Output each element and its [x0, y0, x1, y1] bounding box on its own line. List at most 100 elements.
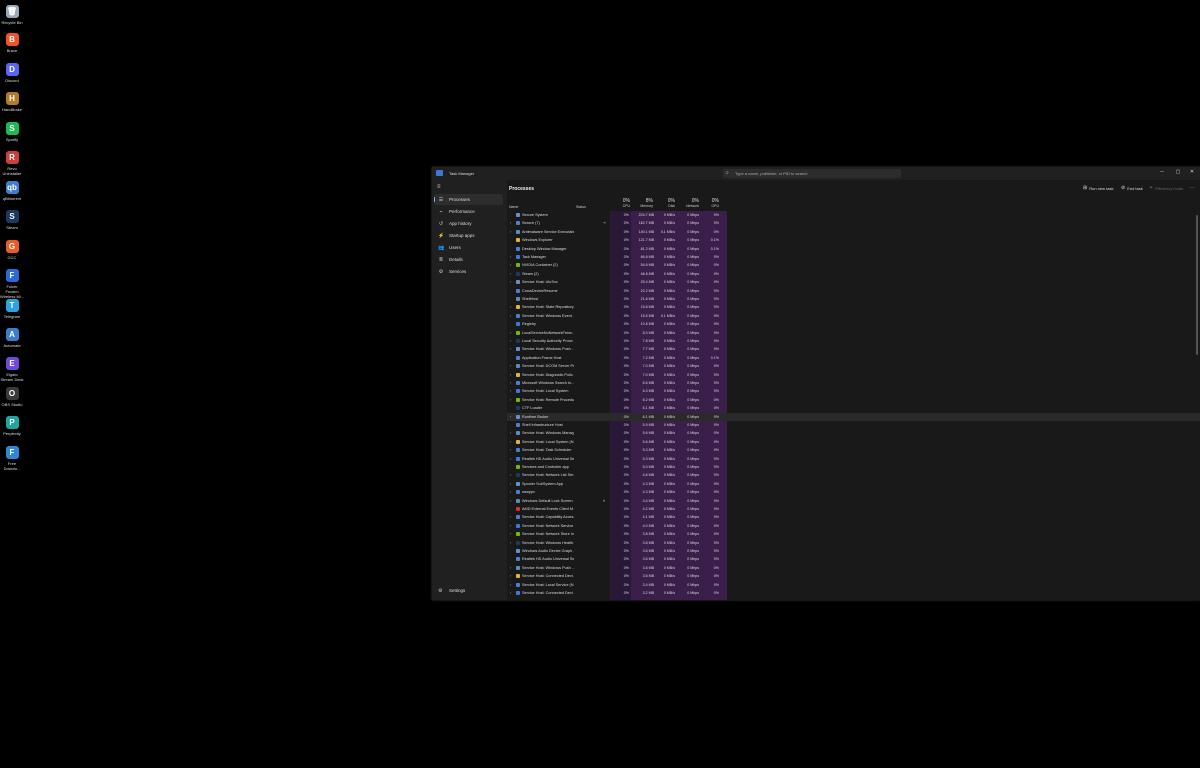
table-row[interactable]: › Service Host: Local Service (N... 0% 3.4 … — [507, 581, 1200, 589]
chevron-right-icon[interactable]: › — [510, 481, 511, 486]
chevron-right-icon[interactable]: › — [510, 472, 511, 477]
table-row[interactable]: › Service Host: Windows Push ... 0% 3.6 MB 0… — [507, 564, 1200, 572]
table-row[interactable]: › Service Host: DCOM Server Pr... 0% 7.0 MB… — [507, 362, 1200, 370]
desktop-shortcut[interactable]: S Spotify — [0, 120, 24, 142]
table-row[interactable]: Application Frame Host 0% 7.2 MB 0 MB/s 0 Mb… — [507, 354, 1200, 362]
table-row[interactable]: AMD External Events Client M... 0% 4.2 MB 0… — [507, 505, 1200, 513]
column-memory[interactable]: 8% Memory — [631, 198, 653, 208]
hamburger-menu-icon[interactable]: ≡ — [437, 184, 441, 190]
close-button[interactable]: ✕ — [1185, 169, 1199, 177]
chevron-right-icon[interactable]: › — [510, 313, 511, 318]
table-row[interactable]: › Service Host: Capability Acces... 0% 4.1 … — [507, 513, 1200, 521]
chevron-right-icon[interactable]: › — [510, 414, 511, 419]
chevron-right-icon[interactable]: › — [510, 565, 511, 570]
vertical-scrollbar[interactable] — [1196, 215, 1198, 355]
table-row[interactable]: ShellHost 0% 21.6 MB 0 MB/s 0 Mbps 0% — [507, 295, 1200, 303]
efficiency-mode-button[interactable]: ❧ Efficiency mode — [1149, 185, 1183, 191]
desktop-shortcut[interactable]: qb qBittorrent — [0, 179, 24, 201]
table-row[interactable]: › Local Security Authority Proce... 0% 7.8 … — [507, 337, 1200, 345]
table-row[interactable]: Windows Audio Device Graph ... 0% 3.6 MB 0 … — [507, 547, 1200, 555]
desktop-shortcut[interactable]: 🗑 Recycle Bin — [0, 3, 24, 25]
column-network[interactable]: 0% Network — [677, 198, 699, 208]
desktop-shortcut[interactable]: A Automate — [0, 326, 24, 348]
chevron-right-icon[interactable]: › — [510, 456, 511, 461]
table-row[interactable]: › NVIDIA Container (2) 0% 54.6 MB 0 MB/s 0 Mb… — [507, 261, 1200, 269]
chevron-right-icon[interactable]: › — [510, 531, 511, 536]
maximize-button[interactable]: ▢ — [1171, 169, 1185, 177]
desktop-shortcut[interactable]: O OBS Studio — [0, 385, 24, 407]
desktop-shortcut[interactable]: F Fulcer Foxiem Wireless Mi... — [0, 267, 24, 299]
table-row[interactable]: › Service Host: Task Scheduler 0% 5.3 MB 0 M… — [507, 446, 1200, 454]
desktop-shortcut[interactable]: G GCC — [0, 238, 24, 260]
chevron-right-icon[interactable]: › — [510, 573, 511, 578]
table-row[interactable]: › Runtime Broker 0% 6.1 MB 0 MB/s 0 Mbps 0% — [507, 412, 1200, 421]
desktop-shortcut[interactable]: T Telegram — [0, 297, 24, 319]
sidebar-item-processes[interactable]: ☰ Processes — [434, 194, 503, 205]
table-row[interactable]: › Service Host: Network Store In... 0% 3.8 … — [507, 530, 1200, 538]
table-row[interactable]: › Service Host: UtcSvc 0% 25.4 MB 0 MB/s 0 Mb… — [507, 278, 1200, 286]
column-cpu[interactable]: 0% CPU — [611, 198, 630, 208]
table-row[interactable]: › Service Host: Connected Devi... 0% 3.2 MB… — [507, 589, 1200, 597]
table-row[interactable]: › Service Host: Windows Event ... 0% 15.5 M… — [507, 312, 1200, 320]
table-row[interactable]: Windows Explorer 0% 121.7 MB 0 MB/s 0 Mbps 0.… — [507, 236, 1200, 244]
table-row[interactable]: Shell Infrastructure Host 0% 5.9 MB 0 MB/s 0… — [507, 421, 1200, 429]
desktop-shortcut[interactable]: B Brave — [0, 31, 24, 53]
title-bar[interactable]: Task Manager ⌕ Type a name, publisher, o… — [432, 167, 1200, 180]
chevron-right-icon[interactable]: › — [510, 220, 511, 225]
table-row[interactable]: › Service Host: Windows Manag... 0% 5.6 MB 0… — [507, 429, 1200, 437]
table-row[interactable]: Desktop Window Manager 0% 81.2 MB 0 MB/s 0 M… — [507, 245, 1200, 253]
chevron-right-icon[interactable]: › — [510, 372, 511, 377]
chevron-right-icon[interactable]: › — [510, 271, 511, 276]
column-name[interactable]: Name — [509, 205, 518, 209]
desktop-shortcut[interactable]: E Elgato Stream Deck — [0, 355, 24, 382]
chevron-right-icon[interactable]: › — [510, 430, 511, 435]
table-row[interactable]: Secure System 0% 224.7 MB 0 MB/s 0 Mbps 0% — [507, 211, 1200, 219]
chevron-right-icon[interactable]: › — [510, 540, 511, 545]
chevron-right-icon[interactable]: › — [510, 254, 511, 259]
table-row[interactable]: › Antimalware Service Executable 0% 140.1 M… — [507, 228, 1200, 236]
desktop-shortcut[interactable]: R Revo Uninstaller — [0, 149, 24, 176]
table-row[interactable]: › Service Host: Windows Push ... 0% 7.7 MB 0… — [507, 345, 1200, 353]
table-row[interactable]: › Microsoft Windows Search In... 0% 6.6 MB 0… — [507, 379, 1200, 387]
desktop-shortcut[interactable]: F Free Downlo... — [0, 444, 24, 471]
more-options-button[interactable]: ⋯ — [1190, 185, 1194, 190]
run-new-task-button[interactable]: ⊞ Run new task — [1083, 185, 1113, 191]
sidebar-item-startup-apps[interactable]: ⚡ Startup apps — [434, 230, 503, 241]
chevron-right-icon[interactable]: › — [510, 338, 511, 343]
end-task-button[interactable]: ⊘ End task — [1121, 185, 1143, 191]
table-row[interactable]: › Service Host: Remote Procedu... 0% 6.2 MB… — [507, 396, 1200, 404]
sidebar-item-app-history[interactable]: ↺ App history — [434, 218, 503, 229]
table-row[interactable]: Realtek HD Audio Universal Se... 0% 3.6 MB… — [507, 555, 1200, 563]
table-row[interactable]: › Windows Default Lock Screen ... ⏸ 0% 4.4 M… — [507, 497, 1200, 505]
chevron-right-icon[interactable]: › — [510, 498, 511, 503]
table-row[interactable]: › Service Host: State Repository ... 0% 15.… — [507, 303, 1200, 311]
table-row[interactable]: Registry 0% 10.8 MB 0 MB/s 0 Mbps 0% — [507, 320, 1200, 328]
chevron-right-icon[interactable]: › — [510, 330, 511, 335]
desktop-shortcut[interactable]: H HandBrake — [0, 90, 24, 112]
chevron-right-icon[interactable]: › — [510, 590, 511, 595]
chevron-right-icon[interactable]: › — [510, 489, 511, 494]
sidebar-item-details[interactable]: ≣ Details — [434, 254, 503, 265]
chevron-right-icon[interactable]: › — [510, 363, 511, 368]
chevron-right-icon[interactable]: › — [510, 514, 511, 519]
chevron-right-icon[interactable]: › — [510, 279, 511, 284]
table-row[interactable]: › Service Host: Connected Devi... 0% 3.6 MB… — [507, 572, 1200, 580]
chevron-right-icon[interactable]: › — [510, 447, 511, 452]
table-row[interactable]: › Realtek HD Audio Universal Se... 0% 5.3 M… — [507, 455, 1200, 463]
search-input[interactable]: ⌕ Type a name, publisher, or PID to sear… — [723, 169, 901, 178]
table-row[interactable]: Services and Controller app 0% 5.0 MB 0 MB/… — [507, 463, 1200, 471]
table-row[interactable]: › Service Host: Local System (N... 0% 5.6 M… — [507, 438, 1200, 446]
sidebar-item-settings[interactable]: ⚙ Settings — [434, 585, 503, 596]
column-gpu[interactable]: 0% GPU — [701, 198, 719, 208]
table-row[interactable]: › Service Host: Local System 0% 6.3 MB 0 MB/… — [507, 387, 1200, 395]
table-row[interactable]: › wsappx 0% 4.3 MB 0 MB/s 0 Mbps 0% — [507, 488, 1200, 496]
table-row[interactable]: › LocalServiceNoNetworkFirew... 0% 8.0 MB 0 … — [507, 329, 1200, 337]
chevron-right-icon[interactable]: › — [510, 229, 511, 234]
table-row[interactable]: CrossDeviceResume 0% 22.2 MB 0 MB/s 0 Mbps 0% — [507, 287, 1200, 295]
table-row[interactable]: › Service Host: Network Service 0% 4.0 MB 0 … — [507, 522, 1200, 530]
table-row[interactable]: › Service Host: Network List Ser... 0% 4.6 … — [507, 471, 1200, 479]
table-row[interactable]: CTF Loader 0% 6.1 MB 0 MB/s 0 Mbps 0% — [507, 404, 1200, 412]
sidebar-item-users[interactable]: 👥 Users — [434, 242, 503, 253]
chevron-right-icon[interactable]: › — [510, 439, 511, 444]
table-row[interactable]: › Service Host: Windows Health... 0% 3.8 MB… — [507, 539, 1200, 547]
